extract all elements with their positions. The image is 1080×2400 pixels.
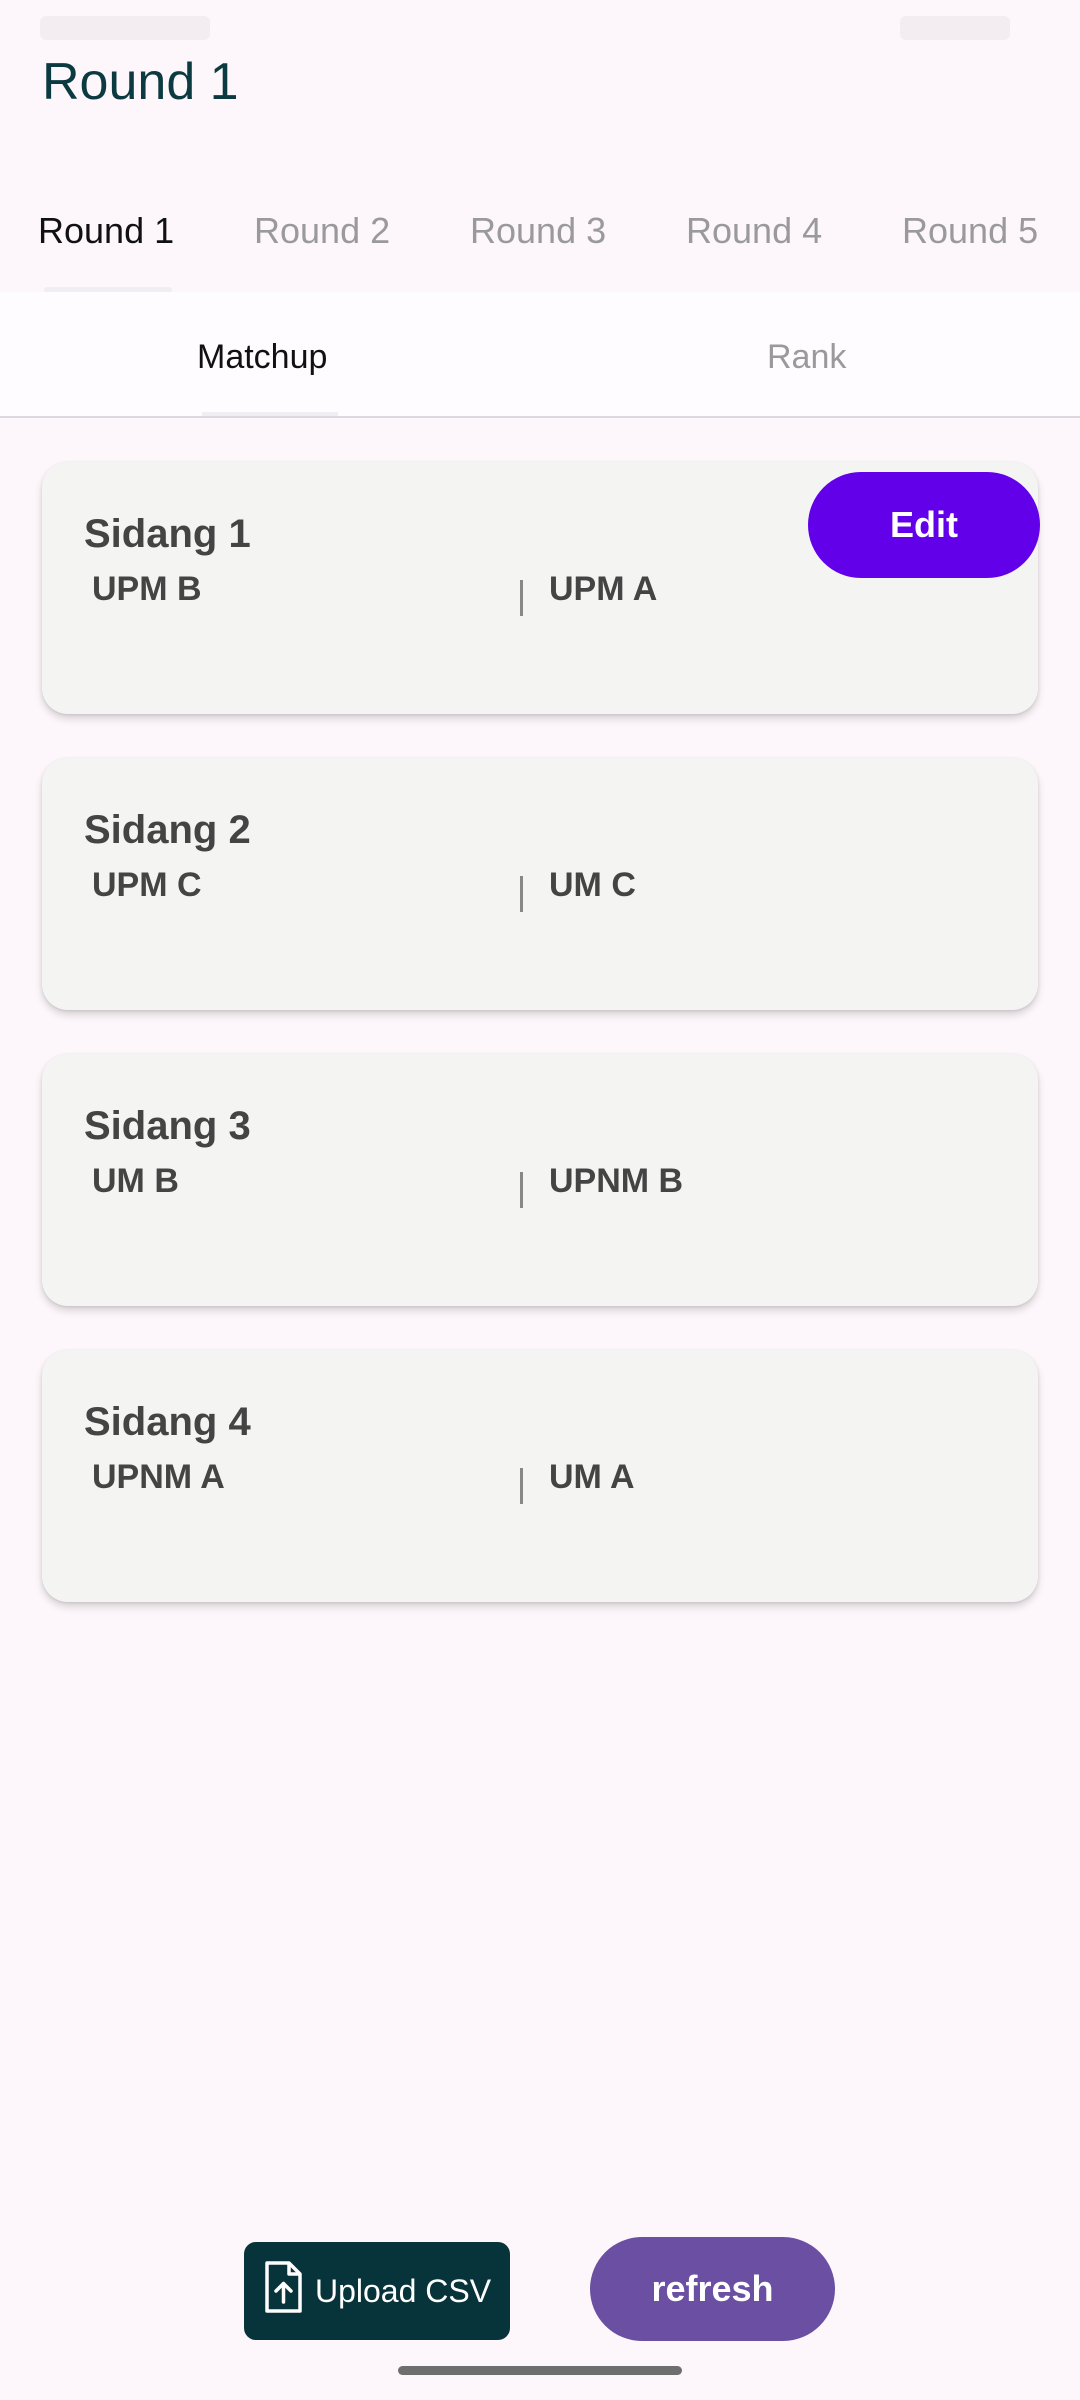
team-b-name: UM C bbox=[549, 866, 636, 904]
tab-round-2[interactable]: Round 2 bbox=[254, 210, 390, 252]
matchup-title: Sidang 2 bbox=[84, 808, 251, 852]
team-a-name: UPM C bbox=[92, 866, 202, 904]
refresh-button[interactable]: refresh bbox=[590, 2237, 835, 2341]
tab-round-4[interactable]: Round 4 bbox=[686, 210, 822, 252]
page-title: Round 1 bbox=[42, 53, 239, 111]
status-left-placeholder bbox=[40, 16, 210, 40]
upload-csv-button[interactable]: Upload CSV bbox=[244, 2242, 510, 2340]
upload-csv-label: Upload CSV bbox=[314, 2272, 492, 2309]
team-divider bbox=[520, 1468, 523, 1504]
matchup-title: Sidang 4 bbox=[84, 1400, 251, 1444]
matchup-card[interactable]: Sidang 2 UPM C UM C bbox=[42, 758, 1038, 1010]
gesture-home-bar[interactable] bbox=[398, 2366, 682, 2375]
matchup-card[interactable]: Sidang 3 UM B UPNM B bbox=[42, 1054, 1038, 1306]
tab-round-3[interactable]: Round 3 bbox=[470, 210, 606, 252]
team-a-name: UPM B bbox=[92, 570, 202, 608]
team-divider bbox=[520, 1172, 523, 1208]
matchup-card[interactable]: Sidang 4 UPNM A UM A bbox=[42, 1350, 1038, 1602]
tab-matchup[interactable]: Matchup bbox=[197, 338, 327, 377]
matchup-title: Sidang 3 bbox=[84, 1104, 251, 1148]
team-a-name: UPNM A bbox=[92, 1458, 225, 1496]
tab-round-1[interactable]: Round 1 bbox=[38, 210, 174, 252]
round-tab-bar: Round 1 Round 2 Round 3 Round 4 Round 5 bbox=[0, 174, 1080, 292]
view-tab-bar: Matchup Rank bbox=[0, 292, 1080, 418]
status-bar bbox=[0, 0, 1080, 56]
tab-round-5[interactable]: Round 5 bbox=[902, 210, 1038, 252]
team-divider bbox=[520, 876, 523, 912]
file-upload-icon bbox=[263, 2260, 303, 2322]
matchup-title: Sidang 1 bbox=[84, 512, 251, 556]
team-divider bbox=[520, 580, 523, 616]
team-b-name: UPNM B bbox=[549, 1162, 684, 1200]
status-right-placeholder bbox=[900, 16, 1010, 40]
team-b-name: UM A bbox=[549, 1458, 635, 1496]
team-a-name: UM B bbox=[92, 1162, 179, 1200]
edit-button[interactable]: Edit bbox=[808, 472, 1040, 578]
team-b-name: UPM A bbox=[549, 570, 658, 608]
tab-rank[interactable]: Rank bbox=[767, 338, 846, 377]
view-tab-indicator bbox=[202, 412, 338, 416]
